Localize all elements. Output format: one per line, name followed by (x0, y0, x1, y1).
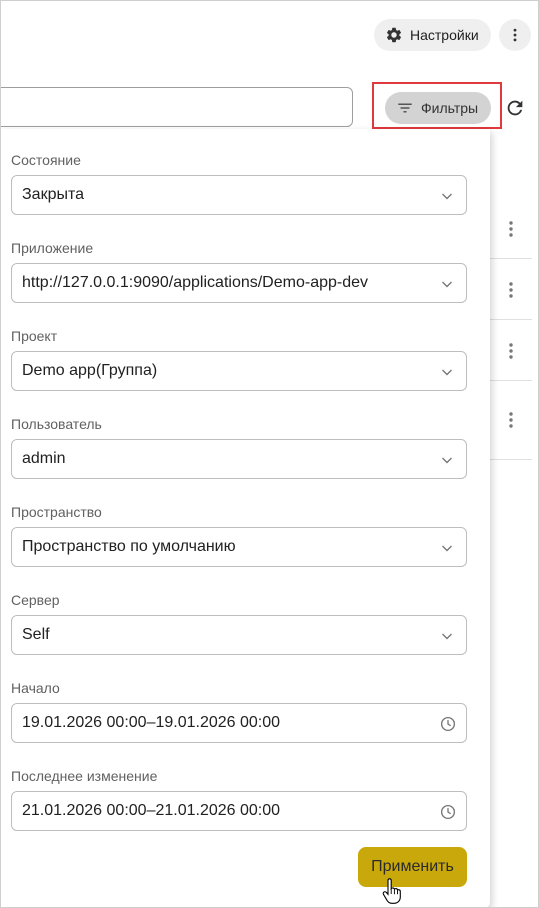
hand-cursor-icon (382, 878, 402, 904)
chevron-down-icon (440, 541, 454, 555)
last-change-date-range-input[interactable]: 21.01.2026 00:00–21.01.2026 00:00 (11, 791, 467, 831)
start-label: Начало (11, 680, 60, 696)
state-value: Закрыта (22, 186, 85, 203)
more-menu-button[interactable] (499, 19, 531, 51)
chevron-down-icon (440, 629, 454, 643)
server-label: Сервер (11, 592, 60, 608)
start-date-range-input[interactable]: 19.01.2026 00:00–19.01.2026 00:00 (11, 703, 467, 743)
background-list (490, 198, 532, 460)
more-vert-icon[interactable] (504, 220, 518, 243)
project-label: Проект (11, 328, 58, 344)
chevron-down-icon (440, 453, 454, 467)
list-item (490, 259, 532, 320)
space-label: Пространство (11, 504, 102, 520)
state-label: Состояние (11, 152, 81, 168)
list-item (490, 320, 532, 381)
state-select[interactable]: Закрыта (11, 175, 467, 215)
settings-button[interactable]: Настройки (374, 19, 491, 51)
user-select[interactable]: admin (11, 439, 467, 479)
filter-highlight-box (372, 82, 502, 129)
application-label: Приложение (11, 240, 94, 256)
start-value: 19.01.2026 00:00–19.01.2026 00:00 (22, 714, 281, 731)
clock-icon[interactable] (439, 803, 457, 821)
server-select[interactable]: Self (11, 615, 467, 655)
user-value: admin (22, 450, 66, 467)
apply-button[interactable]: Применить (358, 847, 467, 887)
chevron-down-icon (440, 189, 454, 203)
search-input[interactable] (0, 87, 353, 127)
refresh-icon (504, 97, 526, 119)
more-vert-icon (506, 26, 524, 44)
list-item (490, 381, 532, 460)
clock-icon[interactable] (439, 715, 457, 733)
project-value: Demo app(Группа) (22, 362, 158, 379)
application-select[interactable]: http://127.0.0.1:9090/applications/Demo-… (11, 263, 467, 303)
more-vert-icon[interactable] (504, 411, 518, 434)
settings-label: Настройки (410, 27, 479, 43)
server-value: Self (22, 626, 50, 643)
application-value: http://127.0.0.1:9090/applications/Demo-… (22, 274, 369, 291)
filters-panel: Состояние Закрыта Приложение http://127.… (0, 129, 490, 908)
chevron-down-icon (440, 365, 454, 379)
last-change-value: 21.01.2026 00:00–21.01.2026 00:00 (22, 802, 281, 819)
more-vert-icon[interactable] (504, 342, 518, 365)
space-value: Пространство по умолчанию (22, 538, 236, 555)
gear-icon (385, 26, 403, 44)
list-item (490, 198, 532, 259)
space-select[interactable]: Пространство по умолчанию (11, 527, 467, 567)
user-label: Пользователь (11, 416, 102, 432)
chevron-down-icon (440, 277, 454, 291)
more-vert-icon[interactable] (504, 281, 518, 304)
project-select[interactable]: Demo app(Группа) (11, 351, 467, 391)
last-change-label: Последнее изменение (11, 768, 158, 784)
refresh-button[interactable] (503, 96, 527, 120)
